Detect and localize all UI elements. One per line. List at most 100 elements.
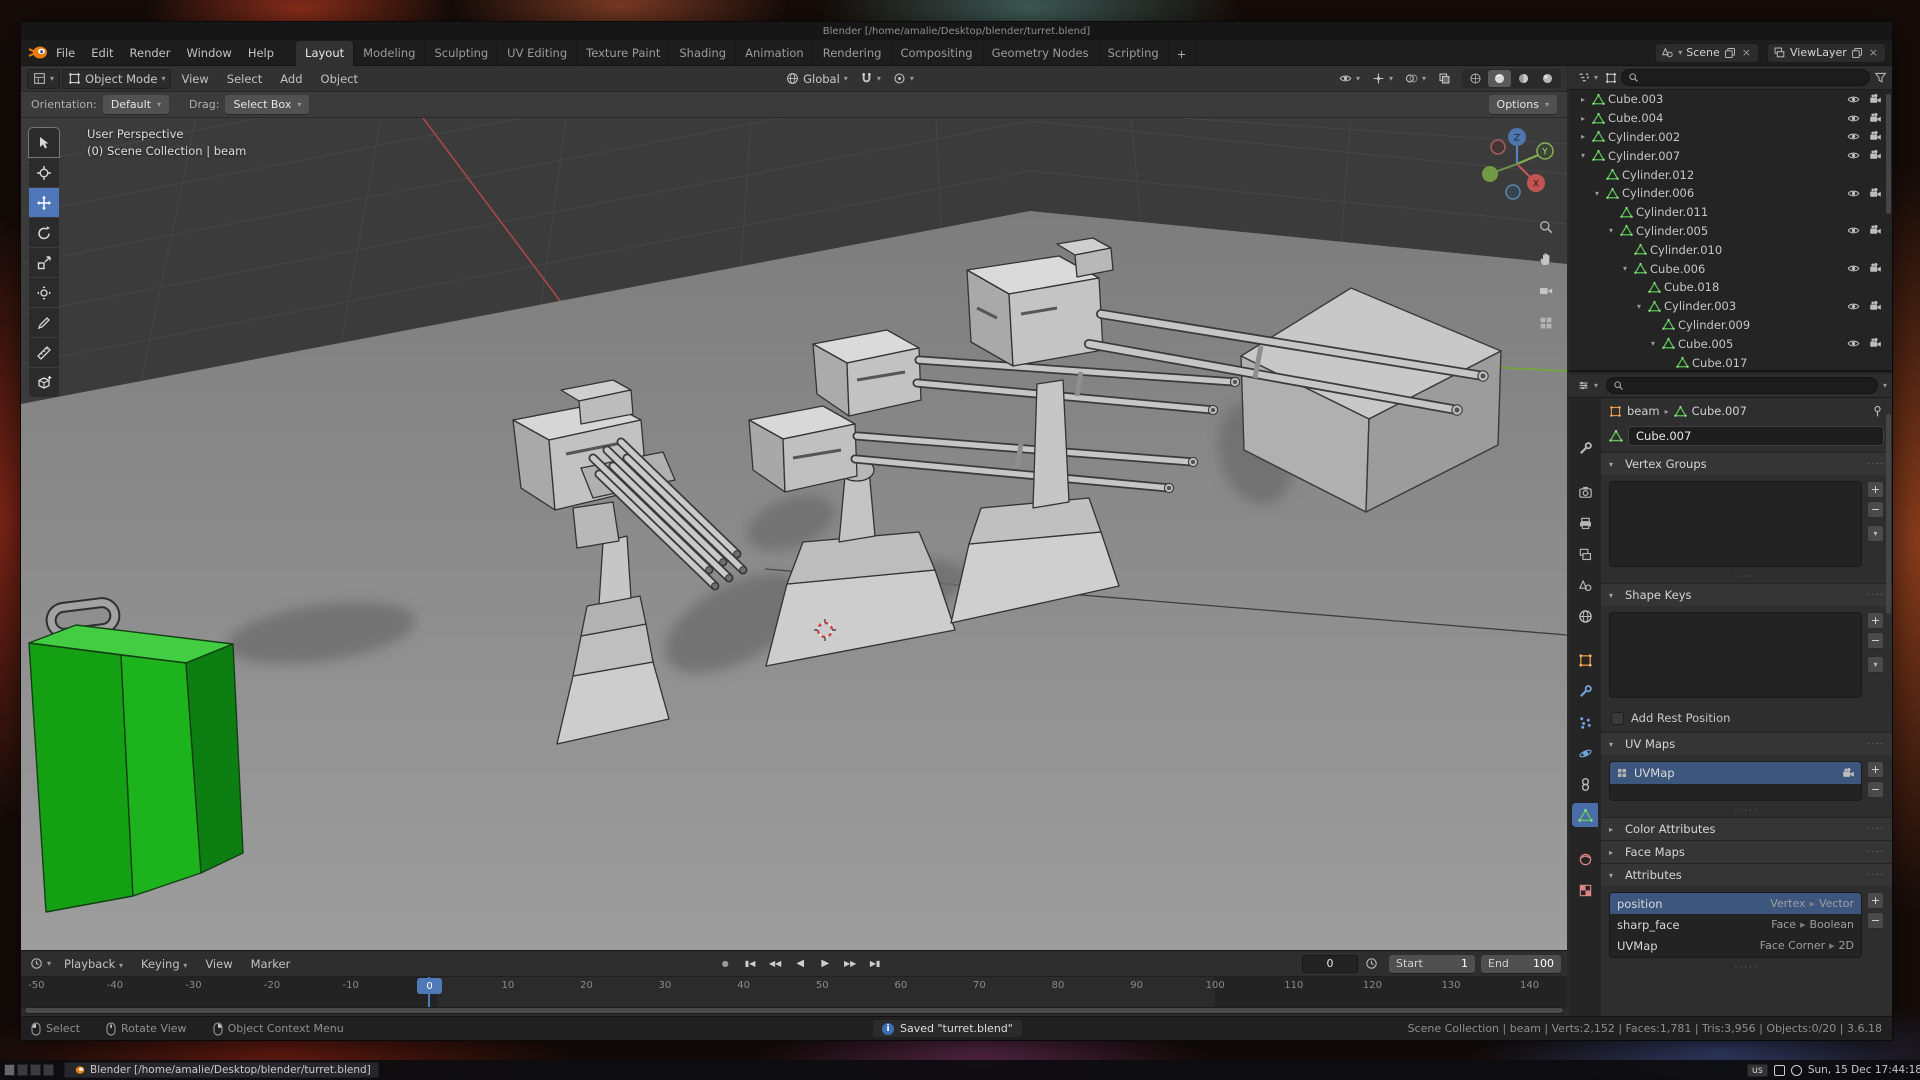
data-name-field[interactable]: Cube.007 (1628, 426, 1884, 446)
jump-to-start-button[interactable]: ▮◀ (739, 954, 762, 974)
shading-solid-button[interactable] (1488, 70, 1511, 87)
workspace-tab-sculpting[interactable]: Sculpting (425, 41, 498, 66)
timeline-scrollbar-handle[interactable] (25, 1008, 1563, 1013)
shading-wireframe-button[interactable] (1464, 70, 1487, 87)
remove-uv-map-button[interactable]: − (1867, 781, 1884, 798)
vertex-groups-panel-header[interactable]: ▾ Vertex Groups ···· (1601, 453, 1892, 475)
camera-icon[interactable] (1869, 130, 1882, 143)
menu-render[interactable]: Render (122, 42, 179, 64)
toggle-ortho-button[interactable] (1533, 310, 1558, 335)
attributes-panel-header[interactable]: ▾ Attributes ···· (1601, 864, 1892, 886)
expand-toggle[interactable]: ▾ (1619, 264, 1631, 273)
eye-icon[interactable] (1847, 337, 1860, 350)
add-shape-key-button[interactable]: + (1867, 612, 1884, 629)
workspace-tab-rendering[interactable]: Rendering (814, 41, 892, 66)
tab-object-data[interactable] (1572, 803, 1598, 827)
outliner-scrollbar[interactable] (1886, 94, 1891, 214)
editor-type-button[interactable]: ▾ (1574, 69, 1601, 86)
rotate-tool-button[interactable] (29, 218, 59, 247)
add-rest-position-checkbox[interactable] (1611, 712, 1624, 725)
outliner-row[interactable]: Cube.018 (1569, 278, 1884, 297)
annotate-tool-button[interactable] (29, 308, 59, 337)
eye-icon[interactable] (1847, 93, 1860, 106)
panel-resize-grip[interactable]: ····· (1601, 807, 1892, 817)
menu-playback[interactable]: Playback ▾ (56, 953, 131, 975)
editor-type-button[interactable]: ▾ (1574, 377, 1601, 394)
remove-attribute-button[interactable]: − (1867, 912, 1884, 929)
outliner-row[interactable]: ▾Cube.005 (1569, 334, 1884, 353)
vertex-group-specials-button[interactable]: ▾ (1867, 525, 1884, 542)
properties-options-caret[interactable]: ▾ (1883, 381, 1887, 390)
pin-icon[interactable] (1871, 405, 1884, 418)
timeline-scrollbar[interactable] (24, 1007, 1564, 1014)
new-scene-icon[interactable] (1724, 47, 1736, 59)
outliner-row[interactable]: Cylinder.009 (1569, 316, 1884, 335)
orientation-dropdown[interactable]: Default ▾ (103, 95, 169, 114)
tab-object[interactable] (1572, 648, 1598, 672)
expand-toggle[interactable]: ▸ (1577, 114, 1589, 123)
menu-window[interactable]: Window (178, 42, 239, 64)
unlink-scene-button[interactable]: × (1740, 46, 1753, 59)
menu-edit[interactable]: Edit (83, 42, 121, 64)
keyboard-layout-indicator[interactable]: us (1747, 1064, 1768, 1077)
camera-icon[interactable] (1869, 224, 1882, 237)
uv-map-row[interactable]: UVMap (1610, 762, 1861, 784)
camera-icon[interactable] (1869, 112, 1882, 125)
workspace-tab-compositing[interactable]: Compositing (891, 41, 982, 66)
outliner-row[interactable]: ▸Cube.004 (1569, 109, 1884, 128)
outliner-row[interactable]: ▾Cylinder.006 (1569, 184, 1884, 203)
outliner-row[interactable]: ▾Cylinder.005 (1569, 222, 1884, 241)
shading-material-button[interactable] (1512, 70, 1535, 87)
vertex-groups-list[interactable] (1609, 481, 1862, 567)
eye-icon[interactable] (1847, 130, 1860, 143)
workspace-tab-geometry-nodes[interactable]: Geometry Nodes (983, 41, 1099, 66)
show-gizmos-toggle[interactable]: ▾ (1367, 70, 1398, 87)
remove-vertex-group-button[interactable]: − (1867, 501, 1884, 518)
eye-icon[interactable] (1847, 112, 1860, 125)
add-cube-tool-button[interactable] (29, 368, 59, 397)
camera-icon[interactable] (1869, 300, 1882, 313)
tray-icon[interactable] (1774, 1065, 1785, 1076)
menu-add[interactable]: Add (272, 68, 310, 90)
falloff-dropdown-caret[interactable]: ▾ (910, 74, 914, 83)
eye-icon[interactable] (1847, 224, 1860, 237)
menu-help[interactable]: Help (240, 42, 282, 64)
menu-object[interactable]: Object (313, 68, 366, 90)
tab-texture[interactable] (1572, 878, 1598, 902)
outliner-row[interactable]: Cube.017 (1569, 353, 1884, 370)
workspace-pager[interactable] (4, 1064, 54, 1076)
outliner-row[interactable]: Cylinder.010 (1569, 240, 1884, 259)
move-tool-button[interactable] (29, 188, 59, 217)
eye-icon[interactable] (1847, 187, 1860, 200)
show-overlays-toggle[interactable]: ▾ (1400, 70, 1431, 87)
remove-shape-key-button[interactable]: − (1867, 632, 1884, 649)
zoom-button[interactable] (1533, 214, 1558, 239)
tab-constraints[interactable] (1572, 772, 1598, 796)
move-view-button[interactable] (1533, 246, 1558, 271)
camera-icon[interactable] (1869, 337, 1882, 350)
tab-output[interactable] (1572, 511, 1598, 535)
breadcrumb-object[interactable]: beam (1627, 404, 1660, 418)
outliner-row[interactable]: ▾Cube.006 (1569, 259, 1884, 278)
camera-icon[interactable] (1869, 149, 1882, 162)
gizmo-y-neg-axis[interactable] (1482, 166, 1498, 182)
drag-dropdown[interactable]: Select Box ▾ (225, 95, 309, 114)
gizmo-x-neg-axis[interactable] (1491, 140, 1505, 154)
menu-view[interactable]: View (173, 68, 216, 90)
menu-file[interactable]: File (48, 42, 83, 64)
window-title-bar[interactable]: Blender [/home/amalie/Desktop/blender/tu… (21, 22, 1892, 40)
menu-marker[interactable]: Marker (243, 953, 299, 975)
transform-tool-button[interactable] (29, 278, 59, 307)
green-box-object[interactable] (29, 601, 243, 912)
uv-maps-panel-header[interactable]: ▾ UV Maps ···· (1601, 733, 1892, 755)
editor-type-button[interactable]: ▾ (27, 955, 54, 972)
select-box-tool-button[interactable] (29, 128, 59, 157)
shape-keys-list[interactable] (1609, 612, 1862, 698)
filter-icon[interactable] (1874, 71, 1887, 84)
face-maps-panel-header[interactable]: ▸ Face Maps ···· (1601, 841, 1892, 863)
add-uv-map-button[interactable]: + (1867, 761, 1884, 778)
eye-icon[interactable] (1847, 149, 1860, 162)
playhead-frame-badge[interactable]: 0 (417, 978, 442, 994)
expand-toggle[interactable]: ▾ (1577, 151, 1589, 160)
tab-render[interactable] (1572, 480, 1598, 504)
